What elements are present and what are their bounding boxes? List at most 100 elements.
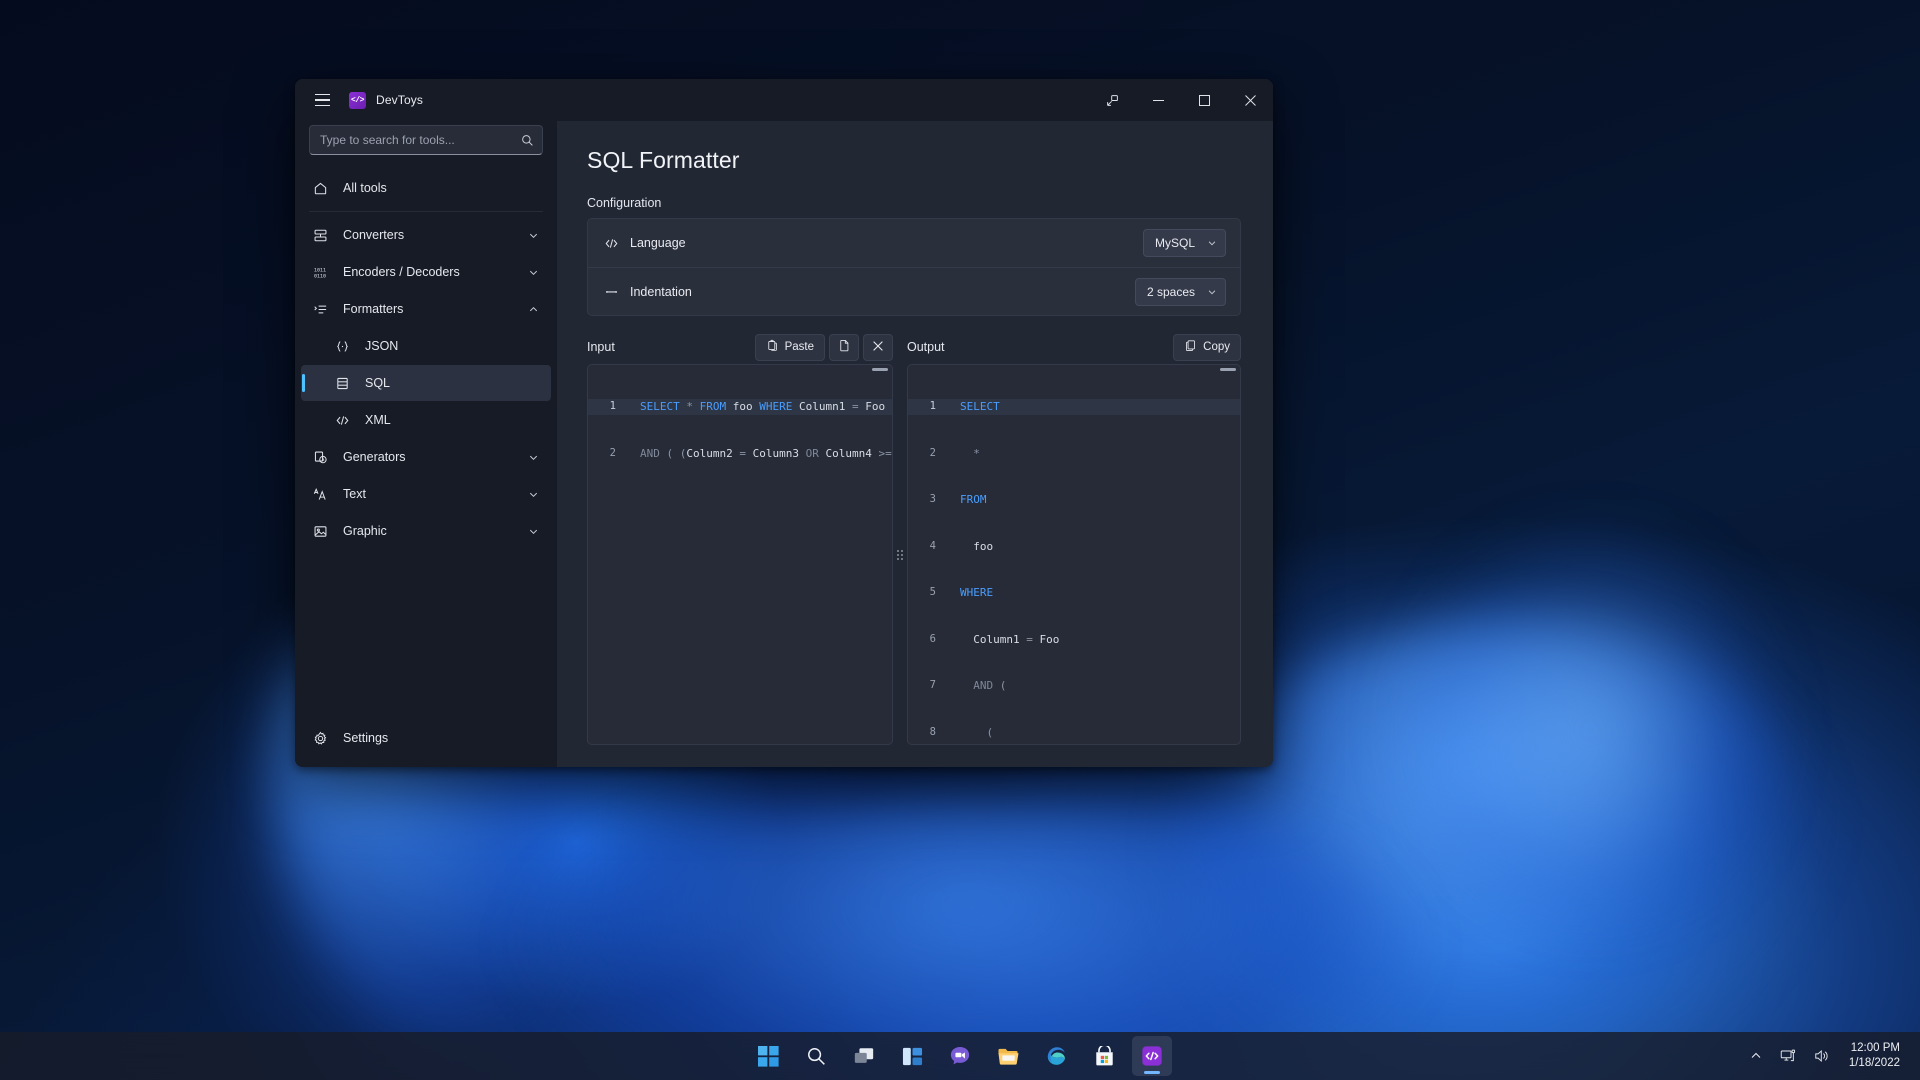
sidebar-item-converters[interactable]: Converters (301, 217, 551, 253)
devtoys-logo-icon: </> (349, 91, 366, 109)
network-icon[interactable] (1773, 1036, 1803, 1076)
input-editor[interactable]: 1 SELECT * FROM foo WHERE Column1 = Foo … (587, 364, 893, 745)
sidebar-divider (309, 211, 543, 212)
wallpaper-swirl (1390, 520, 1790, 940)
hamburger-menu-icon[interactable] (305, 85, 339, 115)
compact-overlay-icon[interactable] (1089, 79, 1135, 121)
copy-button[interactable]: Copy (1173, 333, 1241, 361)
line-number: 3 (929, 493, 936, 505)
sidebar-item-label: JSON (365, 339, 399, 353)
line-text: Column1 = Foo (973, 632, 1060, 646)
clock-time: 12:00 PM (1850, 1042, 1900, 1054)
line-text: WHERE (960, 586, 994, 599)
chevron-up-icon[interactable] (528, 304, 539, 315)
sidebar-item-label: Encoders / Decoders (343, 265, 460, 279)
maximize-icon[interactable] (1181, 79, 1227, 121)
chat-button[interactable] (940, 1036, 980, 1076)
sidebar-item-formatters[interactable]: Formatters (301, 291, 551, 327)
splitter-grip-icon (897, 549, 903, 560)
line-number: 5 (929, 586, 936, 598)
clock-date: 1/18/2022 (1848, 1057, 1900, 1069)
code-line: 1 SELECT (908, 399, 1240, 415)
sidebar-item-text[interactable]: Text (301, 476, 551, 512)
code-line: 3 FROM (908, 492, 1240, 508)
code-line: 7 AND ( (908, 678, 1240, 694)
line-number: 7 (929, 679, 936, 691)
sidebar-item-settings[interactable]: Settings (301, 720, 551, 756)
store-button[interactable] (1084, 1036, 1124, 1076)
line-number: 6 (929, 632, 936, 645)
window-controls (1089, 79, 1273, 121)
language-dropdown[interactable]: MySQL (1142, 229, 1226, 257)
search-button[interactable] (796, 1036, 836, 1076)
line-text: AND ( (Column2 = Column3 OR Column4 >= (640, 446, 892, 460)
binary-icon: 1011 0110 (313, 265, 335, 280)
clipboard-icon (766, 339, 779, 355)
output-toolbar: Copy (1173, 333, 1241, 361)
edge-button[interactable] (1036, 1036, 1076, 1076)
line-text: FROM (960, 493, 987, 506)
search-input[interactable] (320, 133, 521, 147)
code-icon (604, 236, 630, 251)
line-text: SELECT * FROM foo WHERE Column1 = Foo (640, 400, 886, 413)
sidebar-item-sql[interactable]: SQL (301, 365, 551, 401)
sidebar-item-generators[interactable]: Generators (301, 439, 551, 475)
devtoys-button[interactable] (1132, 1036, 1172, 1076)
devtoys-window: </> DevToys Type to search for tools... … (295, 79, 1273, 767)
sidebar-item-xml[interactable]: XML (301, 402, 551, 438)
start-button[interactable] (748, 1036, 788, 1076)
task-view-button[interactable] (844, 1036, 884, 1076)
search-icon[interactable] (521, 134, 534, 147)
copy-button-label: Copy (1203, 341, 1230, 353)
open-file-button[interactable] (829, 333, 859, 361)
config-control: MySQL (1142, 229, 1226, 257)
svg-text:0110: 0110 (314, 273, 326, 279)
search-box[interactable] (309, 125, 543, 155)
line-text: AND ( (973, 679, 1007, 692)
indentation-dropdown[interactable]: 2 spaces (1134, 277, 1226, 306)
indent-icon (604, 284, 630, 299)
output-scrollbar[interactable] (1220, 368, 1236, 371)
file-explorer-button[interactable] (988, 1036, 1028, 1076)
input-scrollbar[interactable] (872, 368, 888, 371)
wallpaper-swirl (1180, 620, 1820, 1080)
input-header: Input Paste (587, 330, 893, 364)
close-icon (872, 340, 884, 355)
sidebar-item-graphic[interactable]: Graphic (301, 513, 551, 549)
widgets-button[interactable] (892, 1036, 932, 1076)
sidebar-item-all-tools[interactable]: All tools (301, 170, 551, 206)
chevron-down-icon (1207, 238, 1217, 248)
home-icon (313, 181, 335, 196)
volume-icon[interactable] (1807, 1036, 1837, 1076)
sidebar-item-json[interactable]: JSON (301, 328, 551, 364)
xml-icon (335, 413, 357, 428)
sidebar-item-label: Graphic (343, 524, 387, 538)
code-line: 6 Column1 = Foo (908, 632, 1240, 648)
output-header: Output Copy (907, 330, 1241, 364)
code-line: 5 WHERE (908, 585, 1240, 601)
close-icon[interactable] (1227, 79, 1273, 121)
chevron-down-icon[interactable] (528, 230, 539, 241)
configuration-label: Configuration (587, 196, 662, 210)
paste-button[interactable]: Paste (754, 333, 825, 361)
output-code: 1 SELECT 2 * 3 FROM 4 foo 5 WHERE 6 Colu… (908, 365, 1240, 744)
show-hidden-icons-button[interactable] (1743, 1036, 1769, 1076)
output-title: Output (907, 340, 945, 354)
sidebar-item-encoders-decoders[interactable]: 1011 0110 Encoders / Decoders (301, 254, 551, 290)
clear-button[interactable] (863, 333, 893, 361)
pane-splitter[interactable] (893, 330, 907, 745)
line-number: 1 (929, 400, 936, 412)
clock[interactable]: 12:00 PM 1/18/2022 (1841, 1036, 1908, 1076)
minimize-icon[interactable] (1135, 79, 1181, 121)
line-text: * (973, 446, 980, 460)
sidebar-item-label: Text (343, 487, 366, 501)
indentation-dropdown-value: 2 spaces (1146, 284, 1195, 299)
chevron-down-icon[interactable] (528, 489, 539, 500)
generators-icon (313, 450, 335, 465)
chevron-down-icon[interactable] (528, 267, 539, 278)
code-line: 1 SELECT * FROM foo WHERE Column1 = Foo (588, 399, 892, 415)
output-editor[interactable]: 1 SELECT 2 * 3 FROM 4 foo 5 WHERE 6 Colu… (907, 364, 1241, 745)
system-tray: 12:00 PM 1/18/2022 (1743, 1032, 1920, 1080)
chevron-down-icon[interactable] (528, 526, 539, 537)
chevron-down-icon[interactable] (528, 452, 539, 463)
